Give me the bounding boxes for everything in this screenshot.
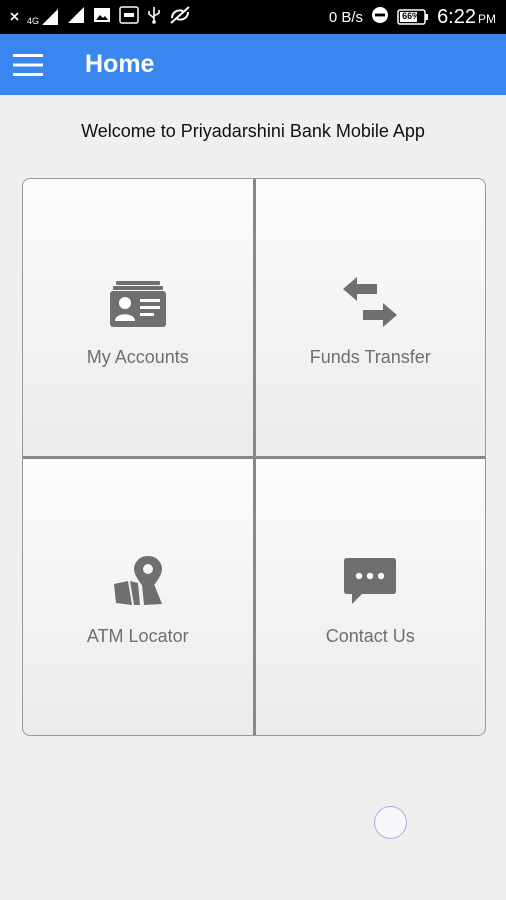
tile-label: My Accounts bbox=[86, 346, 189, 367]
hamburger-menu-icon[interactable] bbox=[0, 34, 56, 95]
welcome-text: Welcome to Priyadarshini Bank Mobile App bbox=[81, 121, 425, 141]
swap-arrows-icon bbox=[343, 267, 398, 327]
dnd-icon bbox=[371, 6, 389, 29]
floating-touch-indicator[interactable] bbox=[374, 806, 407, 839]
status-bar: 4G 0 B/s 66% 6:22 PM bbox=[0, 0, 506, 34]
true-app-icon bbox=[119, 5, 139, 29]
status-bar-right: 0 B/s 66% 6:22 PM bbox=[329, 6, 496, 29]
signal-icon bbox=[67, 6, 85, 29]
my-accounts-tile[interactable]: My Accounts bbox=[23, 179, 253, 456]
no-sync-icon bbox=[169, 5, 191, 29]
status-bar-left: 4G bbox=[10, 5, 191, 29]
atm-locator-tile[interactable]: ATM Locator bbox=[23, 458, 253, 735]
data-speed: 0 B/s bbox=[328, 8, 364, 26]
tile-label: Funds Transfer bbox=[309, 346, 431, 367]
ampm: PM bbox=[478, 11, 496, 26]
tile-label: Contact Us bbox=[325, 626, 415, 647]
tile-label: ATM Locator bbox=[86, 626, 189, 647]
chat-bubble-icon bbox=[344, 546, 397, 606]
time: 6:22 bbox=[437, 5, 476, 28]
clock: 6:22 PM bbox=[437, 6, 496, 29]
menu-grid: My Accounts Funds Transfer ATM Locator C… bbox=[22, 178, 486, 736]
usb-icon bbox=[147, 6, 161, 29]
id-card-icon bbox=[109, 267, 166, 327]
app-bar: Home bbox=[0, 34, 506, 95]
network-type: 4G bbox=[27, 16, 40, 26]
signal-icon: 4G bbox=[27, 8, 59, 26]
contact-us-tile[interactable]: Contact Us bbox=[255, 458, 485, 735]
funds-transfer-tile[interactable]: Funds Transfer bbox=[255, 179, 485, 456]
image-icon bbox=[93, 7, 111, 28]
battery-icon: 66% bbox=[397, 9, 429, 25]
page-title: Home bbox=[85, 50, 155, 78]
close-icon bbox=[10, 8, 19, 26]
map-pin-icon bbox=[112, 546, 164, 606]
battery-percent: 66% bbox=[402, 11, 421, 21]
